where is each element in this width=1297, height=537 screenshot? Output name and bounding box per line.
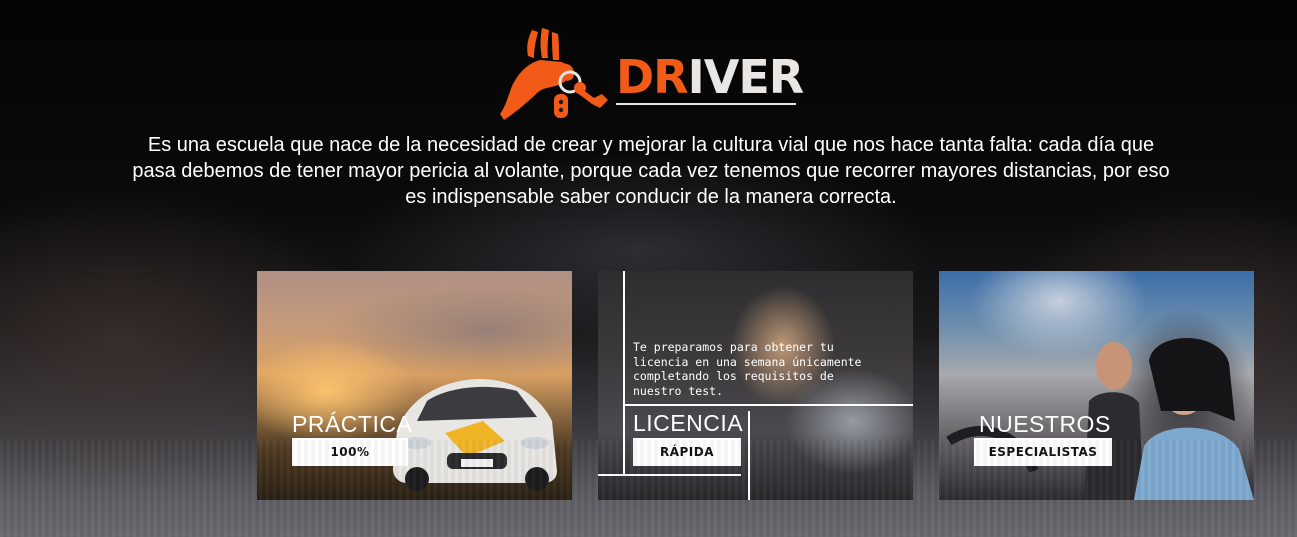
card-licencia-title: LICENCIA xyxy=(633,410,744,436)
brand-name-accent: DR xyxy=(616,50,689,104)
frame-line-middle xyxy=(625,404,913,406)
card-licencia-subtitle[interactable]: RÁPIDA xyxy=(633,438,741,466)
frame-line-left xyxy=(623,271,625,475)
brand-underline xyxy=(616,103,796,105)
frame-line-right xyxy=(748,411,750,500)
brand-name: DRIVER xyxy=(616,54,804,100)
hand-with-keys-icon xyxy=(500,28,608,120)
driver-logo[interactable]: DRIVER xyxy=(498,24,804,124)
card-especialistas-title: NUESTROS xyxy=(979,411,1111,437)
card-licencia-description: Te preparamos para obtener tu licencia e… xyxy=(633,340,862,398)
card-practica-subtitle[interactable]: 100% xyxy=(292,438,408,466)
card-especialistas[interactable]: NUESTROS ESPECIALISTAS xyxy=(939,271,1254,500)
brand-name-rest: IVER xyxy=(687,50,805,104)
frame-line-bottom xyxy=(598,474,741,476)
intro-text: Es una escuela que nace de la necesidad … xyxy=(132,134,1170,208)
card-practica[interactable]: PRÁCTICA 100% xyxy=(257,271,572,500)
card-practica-title: PRÁCTICA xyxy=(292,411,413,437)
page: DRIVER Es una escuela que nace de la nec… xyxy=(0,0,1297,537)
card-licencia[interactable]: Te preparamos para obtener tu licencia e… xyxy=(598,271,913,500)
car-image xyxy=(393,378,557,491)
card-especialistas-subtitle[interactable]: ESPECIALISTAS xyxy=(974,438,1112,466)
